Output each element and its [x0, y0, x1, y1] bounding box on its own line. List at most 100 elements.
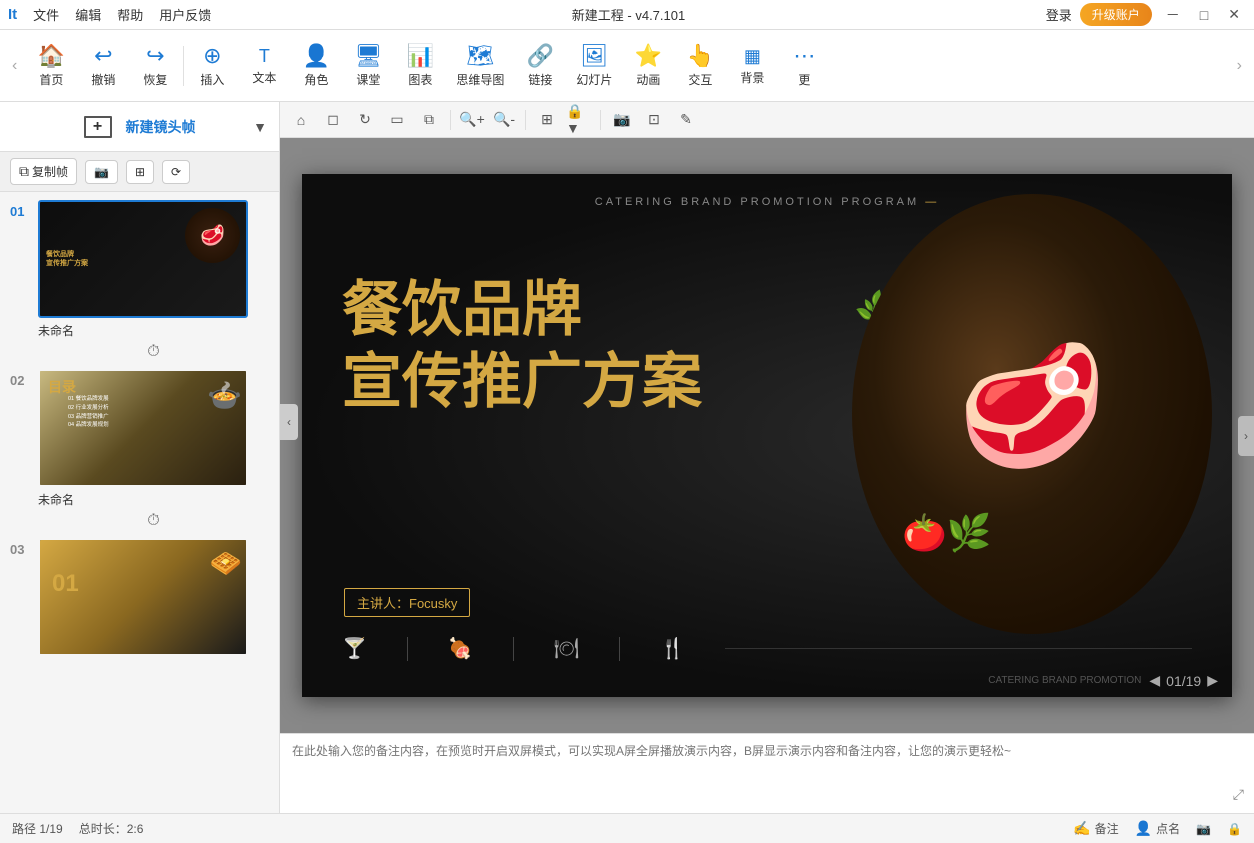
canvas-sep-2 [525, 110, 526, 130]
next-slide-btn[interactable]: ▶ [1207, 672, 1218, 689]
rollcall-btn-label: 点名 [1156, 820, 1180, 837]
page-info: 01/19 [1166, 673, 1201, 689]
more-label: 更 [798, 71, 810, 88]
menu-edit[interactable]: 编辑 [75, 5, 101, 24]
toolbar-more[interactable]: ⋯ 更 [778, 37, 830, 94]
slide-bottom-icons: 🍸 🍖 🍽 🍴 [342, 636, 1192, 661]
thumb3-num: 01 [52, 570, 79, 598]
canvas-sep-1 [450, 110, 451, 130]
chart-label: 图表 [408, 71, 432, 88]
canvas-lock-btn[interactable]: 🔒▼ [566, 107, 592, 133]
panel-collapse-button[interactable]: ‹ [280, 404, 298, 440]
slide-inner-1: 餐饮品牌宣传推广方案 🥩 [40, 202, 246, 316]
thumb1-plate: 🥩 [185, 208, 240, 263]
canvas-zoom-out-btn[interactable]: 🔍- [491, 107, 517, 133]
title-bar-right: 登录 升级账户 － □ ✕ [1046, 3, 1246, 26]
app-logo: It [8, 6, 17, 23]
rollcall-icon: 👤 [1135, 820, 1152, 837]
frame-actions: ⧉ 复制帧 📷 ⊞ ⟳ [0, 152, 279, 192]
menu-feedback[interactable]: 用户反馈 [159, 5, 211, 24]
canvas-square-btn[interactable]: ▭ [384, 107, 410, 133]
login-button[interactable]: 登录 [1046, 5, 1072, 24]
link-icon: 🔗 [527, 43, 554, 69]
slide-timer-1[interactable]: ⏱ [38, 343, 269, 361]
prev-slide-btn[interactable]: ◀ [1149, 672, 1160, 689]
duration-info: 总时长：2:6 [79, 820, 144, 837]
toolbar-mindmap[interactable]: 🗺 思维导图 [446, 37, 514, 94]
canvas-copy-btn[interactable]: ◻ [320, 107, 346, 133]
toolbar-undo[interactable]: ↩ 撤销 [77, 37, 129, 94]
toolbar-home[interactable]: 🏠 首页 [25, 37, 77, 94]
thumb2-heading: 目录 [48, 377, 76, 397]
path-icon: ⟳ [171, 165, 181, 179]
menu-file[interactable]: 文件 [33, 5, 59, 24]
thumb1-text: 餐饮品牌宣传推广方案 [46, 250, 88, 268]
minimize-button[interactable]: － [1160, 5, 1186, 25]
plus-icon: + [93, 118, 102, 136]
slide-inner-2: 目录 01 餐饮品牌发展02 行业发展分析03 品牌营销推广04 品牌发展规划 … [40, 371, 246, 485]
toolbar-nav-right-arrow[interactable]: › [1233, 53, 1246, 79]
camera-icon: 📷 [94, 165, 109, 179]
slide-thumb-2[interactable]: 目录 01 餐饮品牌发展02 行业发展分析03 品牌营销推广04 品牌发展规划 … [38, 369, 248, 487]
toolbar-nav-left-arrow[interactable]: ‹ [8, 53, 21, 79]
slide-timer-2[interactable]: ⏱ [38, 512, 269, 530]
redo-icon: ↪ [146, 43, 164, 69]
toolbar-chart[interactable]: 📊 图表 [394, 37, 446, 94]
character-label: 角色 [304, 71, 328, 88]
toolbar-background[interactable]: ▦ 背景 [726, 40, 778, 92]
dropdown-arrow-icon[interactable]: ▼ [253, 119, 267, 135]
new-frame-button[interactable]: + 新建镜头帧 ▼ [0, 102, 279, 152]
toolbar-animation[interactable]: ⭐ 动画 [622, 37, 674, 94]
slide-thumb-1[interactable]: 餐饮品牌宣传推广方案 🥩 [38, 200, 248, 318]
toolbar-interact[interactable]: 👆 交互 [674, 37, 726, 94]
slide-thumb-wrap-1: 餐饮品牌宣传推广方案 🥩 未命名 ⏱ [38, 200, 269, 361]
upgrade-button[interactable]: 升级账户 [1080, 3, 1152, 26]
food-plate-image [852, 194, 1212, 634]
rollcall-btn[interactable]: 👤 点名 [1135, 820, 1180, 837]
icon-divider-3 [619, 637, 620, 661]
notes-input[interactable] [292, 742, 1242, 780]
slide-inner-3: 01 🧇 [40, 540, 246, 654]
lock-btn[interactable]: 🔒 [1227, 822, 1242, 836]
canvas-wrapper[interactable]: CATERING BRAND PROMOTION PROGRAM 餐饮品牌 宣传… [280, 138, 1254, 733]
animation-label: 动画 [636, 71, 660, 88]
home-label: 首页 [39, 71, 63, 88]
camera-button[interactable]: 📷 [85, 160, 118, 184]
toolbar-character[interactable]: 👤 角色 [290, 37, 342, 94]
toolbar-redo[interactable]: ↪ 恢复 [129, 37, 181, 94]
canvas-multi-btn[interactable]: ⧉ [416, 107, 442, 133]
restore-button[interactable]: □ [1194, 7, 1214, 23]
record-btn[interactable]: 📷 [1196, 822, 1211, 836]
notes-btn[interactable]: ✍ 备注 [1073, 820, 1118, 837]
canvas-photo-btn[interactable]: 📷 [609, 107, 635, 133]
slide-thumb-3[interactable]: 01 🧇 [38, 538, 248, 656]
toolbar-link[interactable]: 🔗 链接 [514, 37, 566, 94]
canvas-home-btn[interactable]: ⌂ [288, 107, 314, 133]
toolbar-classroom[interactable]: 🖥 课堂 [342, 37, 394, 94]
copy-frame-button[interactable]: ⧉ 复制帧 [10, 158, 77, 185]
path-button[interactable]: ⟳ [162, 160, 190, 184]
close-button[interactable]: ✕ [1222, 6, 1246, 23]
canvas-zoom-in-btn[interactable]: 🔍+ [459, 107, 485, 133]
undo-label: 撤销 [91, 71, 115, 88]
canvas-edit-btn[interactable]: ✎ [673, 107, 699, 133]
toolbar-divider-1 [183, 46, 184, 86]
new-frame-label: 新建镜头帧 [126, 117, 196, 137]
canvas-align-btn[interactable]: ⊞ [534, 107, 560, 133]
toolbar-text[interactable]: T 文本 [238, 40, 290, 92]
toolbar-slideshow[interactable]: 🖼 幻灯片 [566, 37, 622, 94]
right-panel-collapse[interactable]: › [1238, 416, 1254, 456]
slideshow-label: 幻灯片 [576, 71, 612, 88]
toolbar-insert[interactable]: ⊕ 插入 [186, 37, 238, 94]
status-bar-right: ✍ 备注 👤 点名 📷 🔒 [1073, 820, 1242, 837]
canvas-rotate-btn[interactable]: ↻ [352, 107, 378, 133]
redo-label: 恢复 [143, 71, 167, 88]
notes-expand-button[interactable]: ⤢ [1233, 786, 1244, 803]
left-panel: + 新建镜头帧 ▼ ⧉ 复制帧 📷 ⊞ ⟳ 01 [0, 102, 280, 813]
menu-help[interactable]: 帮助 [117, 5, 143, 24]
title-bar-menus: It 文件 编辑 帮助 用户反馈 [8, 5, 211, 24]
grid-button[interactable]: ⊞ [126, 160, 154, 184]
slide-label-1: 未命名 [38, 322, 269, 339]
slide-presenter: 主讲人：Focusky [344, 588, 470, 617]
canvas-frame-btn[interactable]: ⊡ [641, 107, 667, 133]
